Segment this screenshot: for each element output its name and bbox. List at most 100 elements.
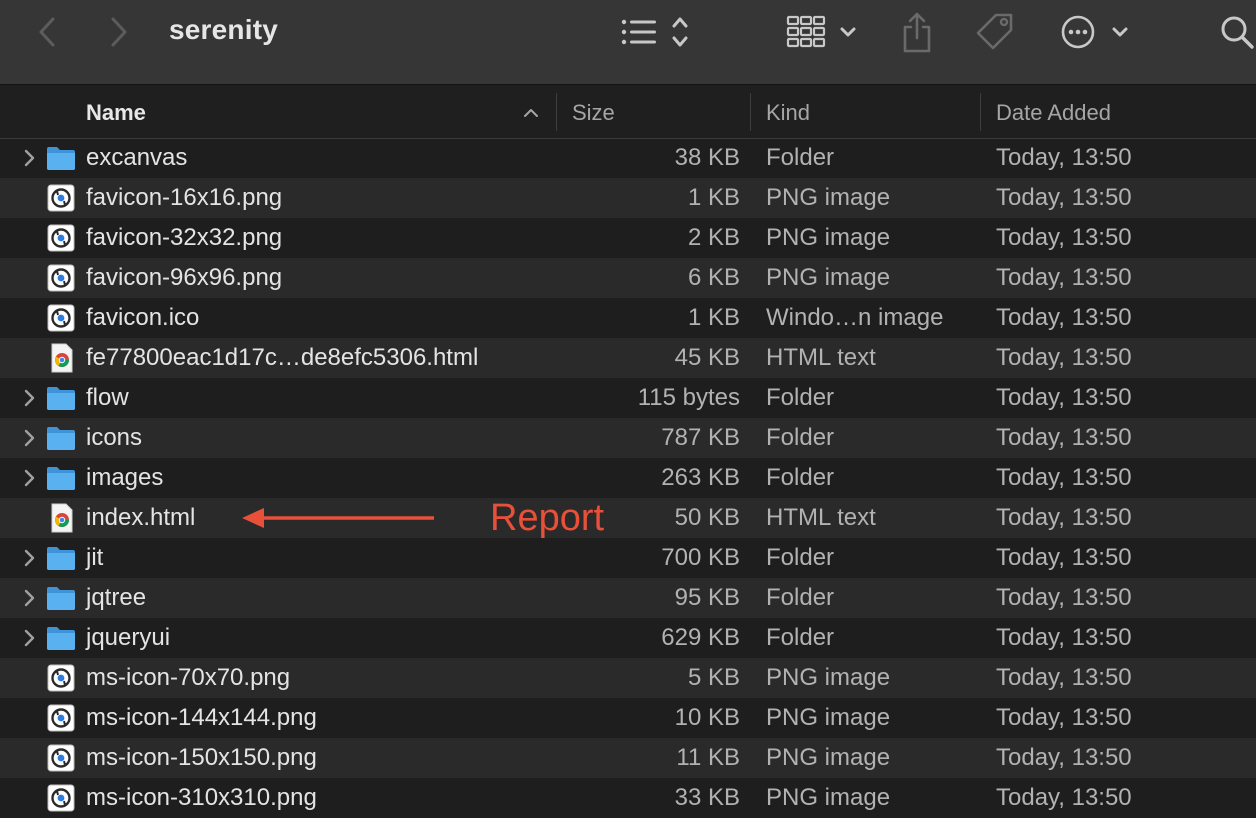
folder-row[interactable]: jit 700 KB Folder Today, 13:50 — [0, 538, 1256, 578]
column-separator[interactable] — [980, 93, 981, 131]
image-file-icon — [45, 783, 77, 813]
column-separator[interactable] — [556, 93, 557, 131]
file-date-added: Today, 13:50 — [996, 744, 1132, 771]
file-name: favicon-96x96.png — [86, 264, 283, 291]
toolbar: serenity — [0, 0, 1256, 85]
image-file-icon — [45, 743, 77, 773]
icon-view-button[interactable] — [784, 10, 862, 54]
disclosure-triangle-icon[interactable] — [20, 387, 40, 409]
back-button[interactable] — [30, 12, 64, 52]
file-size: 50 KB — [674, 504, 740, 531]
file-row[interactable]: fe77800eac1d17c…de8efc5306.html 45 KB HTML… — [0, 338, 1256, 378]
file-row[interactable]: favicon-96x96.png 6 KB PNG image Today, 13:… — [0, 258, 1256, 298]
column-header-date-added[interactable]: Date Added — [996, 86, 1111, 139]
tag-icon — [976, 13, 1013, 50]
disclosure-triangle-icon[interactable] — [20, 427, 40, 449]
folder-icon — [45, 463, 77, 493]
file-name: flow — [86, 384, 129, 411]
file-name: favicon-16x16.png — [86, 184, 283, 211]
file-size: 6 KB — [687, 264, 740, 291]
file-name: favicon.ico — [86, 304, 200, 331]
file-date-added: Today, 13:50 — [996, 624, 1132, 651]
file-row[interactable]: favicon.ico 1 KB Windo…n image Today, 13:50 — [0, 298, 1256, 338]
file-row[interactable]: index.html 50 KB HTML text Today, 13:50 — [0, 498, 1256, 538]
folder-row[interactable]: images 263 KB Folder Today, 13:50 — [0, 458, 1256, 498]
file-size: 787 KB — [661, 424, 740, 451]
sort-ascending-icon[interactable] — [522, 104, 540, 122]
file-kind: Folder — [766, 544, 835, 571]
file-date-added: Today, 13:50 — [996, 224, 1132, 251]
disclosure-triangle-icon[interactable] — [20, 587, 40, 609]
disclosure-triangle-icon[interactable] — [20, 547, 40, 569]
image-file-icon — [45, 223, 77, 253]
file-name: icons — [86, 424, 143, 451]
chevron-left-icon — [39, 17, 55, 47]
file-date-added: Today, 13:50 — [996, 584, 1132, 611]
file-row[interactable]: favicon-16x16.png 1 KB PNG image Today, 13:… — [0, 178, 1256, 218]
column-header-size[interactable]: Size — [572, 86, 615, 139]
column-header-kind[interactable]: Kind — [766, 86, 810, 139]
column-header-name[interactable]: Name — [86, 86, 146, 139]
ellipsis-circle-icon — [1061, 15, 1128, 49]
folder-icon — [45, 543, 77, 573]
file-size: 700 KB — [661, 544, 740, 571]
list-view-button[interactable] — [616, 10, 696, 54]
disclosure-triangle-icon[interactable] — [20, 147, 40, 169]
search-button[interactable] — [1216, 10, 1256, 54]
image-file-icon — [45, 183, 77, 213]
image-file-icon — [45, 263, 77, 293]
file-row[interactable]: ms-icon-144x144.png 10 KB PNG image Today, … — [0, 698, 1256, 738]
file-name: ms-icon-310x310.png — [86, 784, 317, 811]
file-size: 11 KB — [676, 744, 740, 771]
file-date-added: Today, 13:50 — [996, 504, 1132, 531]
folder-row[interactable]: jqueryui 629 KB Folder Today, 13:50 — [0, 618, 1256, 658]
file-row[interactable]: favicon-32x32.png 2 KB PNG image Today, 13:… — [0, 218, 1256, 258]
folder-row[interactable]: excanvas 38 KB Folder Today, 13:50 — [0, 138, 1256, 178]
html-document-icon — [45, 343, 77, 373]
file-date-added: Today, 13:50 — [996, 784, 1132, 811]
folder-icon — [45, 383, 77, 413]
file-kind: PNG image — [766, 664, 891, 691]
folder-row[interactable]: icons 787 KB Folder Today, 13:50 — [0, 418, 1256, 458]
file-size: 45 KB — [674, 344, 740, 371]
file-kind: PNG image — [766, 784, 891, 811]
file-date-added: Today, 13:50 — [996, 344, 1132, 371]
file-size: 115 bytes — [637, 384, 740, 411]
file-kind: Folder — [766, 584, 835, 611]
file-list: excanvas 38 KB Folder Today, 13:50 favicon-1… — [0, 138, 1256, 818]
file-row[interactable]: ms-icon-310x310.png 33 KB PNG image Today, … — [0, 778, 1256, 818]
file-kind: PNG image — [766, 184, 891, 211]
file-kind: Folder — [766, 624, 835, 651]
file-size: 5 KB — [687, 664, 740, 691]
column-header: Name Size Kind Date Added — [0, 86, 1256, 139]
file-size: 2 KB — [687, 224, 740, 251]
annotation-label: Report — [490, 497, 605, 539]
forward-button[interactable] — [102, 12, 136, 52]
file-name: jqtree — [86, 584, 147, 611]
file-row[interactable]: ms-icon-150x150.png 11 KB PNG image Today, … — [0, 738, 1256, 778]
file-kind: Folder — [766, 464, 835, 491]
tag-button[interactable] — [972, 8, 1018, 56]
image-file-icon — [45, 663, 77, 693]
folder-icon — [45, 423, 77, 453]
chevron-right-icon — [111, 17, 127, 47]
file-date-added: Today, 13:50 — [996, 544, 1132, 571]
folder-row[interactable]: flow 115 bytes Folder Today, 13:50 — [0, 378, 1256, 418]
disclosure-triangle-icon[interactable] — [20, 627, 40, 649]
file-kind: PNG image — [766, 744, 891, 771]
window-title: serenity — [169, 14, 278, 45]
folder-icon — [45, 143, 77, 173]
file-date-added: Today, 13:50 — [996, 704, 1132, 731]
file-name: fe77800eac1d17c…de8efc5306.html — [86, 344, 479, 371]
share-button[interactable] — [896, 8, 938, 56]
disclosure-triangle-icon[interactable] — [20, 467, 40, 489]
file-kind: HTML text — [766, 504, 876, 531]
column-separator[interactable] — [750, 93, 751, 131]
more-actions-button[interactable] — [1058, 10, 1134, 54]
folder-row[interactable]: jqtree 95 KB Folder Today, 13:50 — [0, 578, 1256, 618]
html-document-icon — [45, 503, 77, 533]
file-size: 38 KB — [674, 144, 740, 171]
file-size: 95 KB — [674, 584, 740, 611]
file-row[interactable]: ms-icon-70x70.png 5 KB PNG image Today, 13:… — [0, 658, 1256, 698]
list-view-icon — [621, 17, 688, 47]
